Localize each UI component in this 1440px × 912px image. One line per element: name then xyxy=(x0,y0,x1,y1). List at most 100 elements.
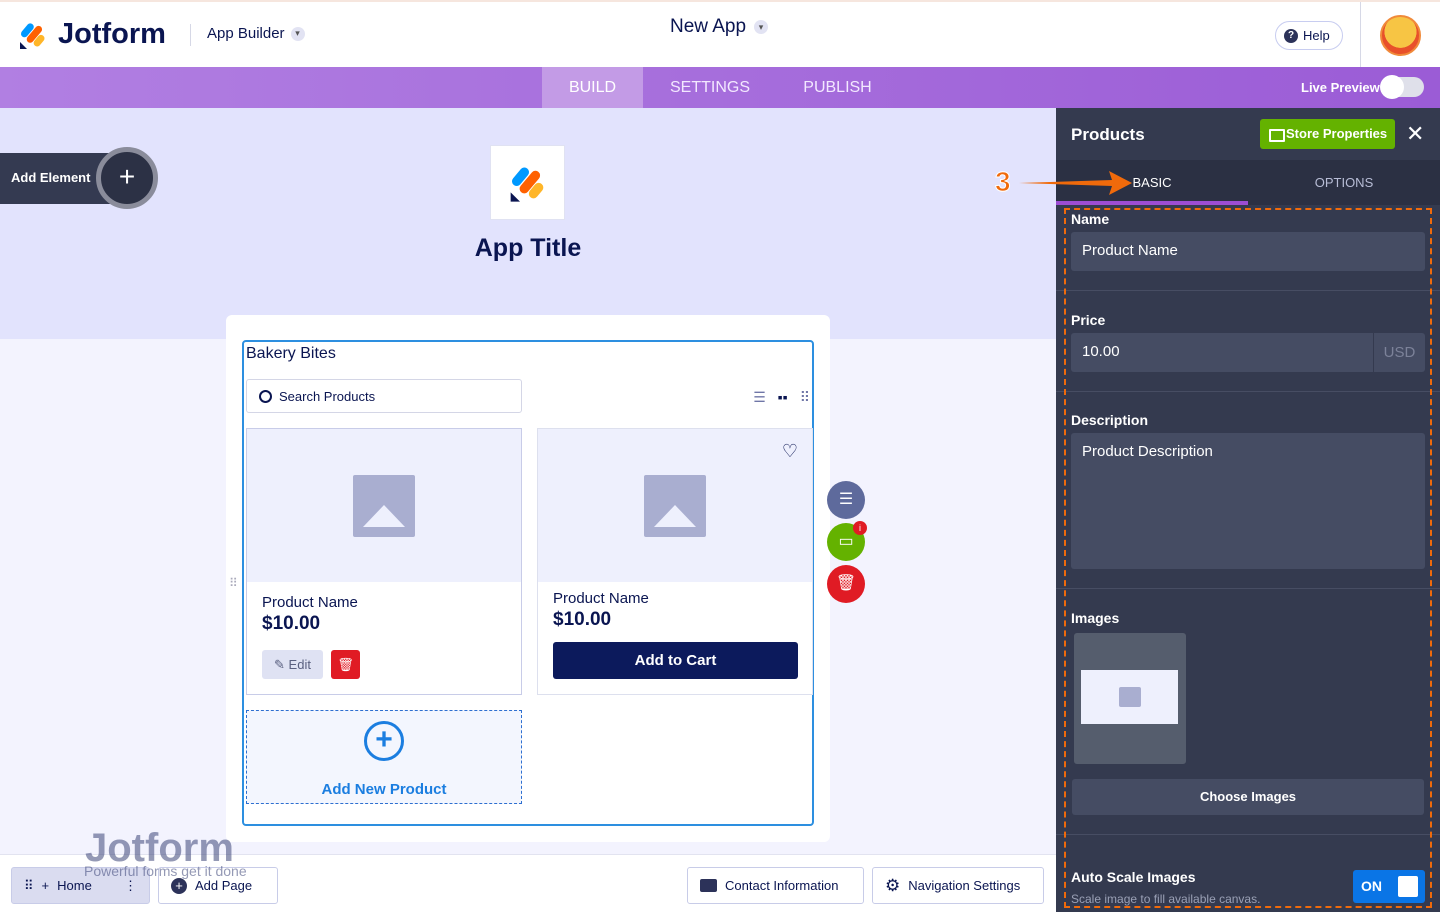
edit-label: Edit xyxy=(288,657,311,672)
add-page-label: Add Page xyxy=(195,878,253,893)
plus-icon: + xyxy=(41,878,50,893)
description-label: Description xyxy=(1071,412,1149,428)
tab-settings[interactable]: SETTINGS xyxy=(655,67,765,108)
divider xyxy=(1360,2,1361,69)
add-element-label: Add Element xyxy=(11,170,91,185)
navigation-settings-button[interactable]: ⚙ Navigation Settings xyxy=(872,867,1044,904)
brand-name: Jotform xyxy=(58,18,166,50)
store-properties-button[interactable]: Store Properties xyxy=(1260,119,1395,149)
trash-icon: 🗑 xyxy=(337,657,354,672)
plus-circle-icon: + xyxy=(171,877,187,894)
top-bar: Jotform App Builder ▾ New App ▾ ? Help xyxy=(0,0,1440,69)
info-badge-icon: i xyxy=(853,521,867,535)
page-bar: ⠿ + Home ⋮ + Add Page Contact Information ⚙ N… xyxy=(0,854,1056,912)
add-new-product-button[interactable]: + Add New Product xyxy=(246,710,522,804)
store-properties-button[interactable]: ▭ i xyxy=(827,521,867,561)
image-placeholder-icon xyxy=(1081,670,1178,724)
divider xyxy=(1056,588,1440,589)
drag-handle-icon[interactable]: ⠿ xyxy=(24,878,34,894)
nav-settings-label: Navigation Settings xyxy=(908,878,1021,893)
trash-icon: 🗑 xyxy=(835,575,857,592)
contact-card-icon xyxy=(700,879,717,892)
auto-scale-description: Scale image to fill available canvas. xyxy=(1071,892,1261,906)
main-nav: BUILD SETTINGS PUBLISH Live Preview xyxy=(0,67,1440,108)
list-view-icon[interactable]: ☰ xyxy=(753,389,766,406)
product-card[interactable]: Product Name $10.00 ✎ Edit 🗑 xyxy=(246,428,522,695)
drag-handle-icon[interactable]: ⠿ xyxy=(229,576,238,590)
panel-title: Products xyxy=(1071,125,1145,144)
product-price: $10.00 xyxy=(262,613,321,634)
live-preview-toggle[interactable] xyxy=(1380,75,1424,99)
view-switcher: ☰ ▪▪ ⠿ xyxy=(753,389,810,406)
product-card[interactable]: ♡ Product Name $10.00 Add to Cart xyxy=(537,428,813,695)
compact-grid-icon[interactable]: ⠿ xyxy=(800,389,810,406)
app-header-area xyxy=(0,108,1056,339)
add-to-cart-button[interactable]: Add to Cart xyxy=(553,642,798,679)
price-input[interactable]: 10.00 USD xyxy=(1071,333,1425,372)
tab-options[interactable]: OPTIONS xyxy=(1248,160,1440,205)
auto-scale-toggle[interactable]: ON xyxy=(1353,870,1425,903)
search-input[interactable]: Search Products xyxy=(246,379,522,413)
contact-information-button[interactable]: Contact Information xyxy=(687,867,864,904)
jotform-logo-icon xyxy=(510,166,543,202)
name-label: Name xyxy=(1071,211,1110,227)
price-label: Price xyxy=(1071,312,1106,328)
gear-icon: ⚙ xyxy=(885,875,901,895)
help-button[interactable]: ? Help xyxy=(1275,21,1343,50)
chevron-down-icon: ▾ xyxy=(290,26,305,41)
home-label: Home xyxy=(57,878,92,893)
description-textarea[interactable]: Product Description xyxy=(1071,433,1425,569)
jotform-logo[interactable]: Jotform xyxy=(18,18,166,51)
image-thumbnail[interactable] xyxy=(1074,633,1186,764)
product-price: $10.00 xyxy=(553,609,612,630)
price-value: 10.00 xyxy=(1082,343,1120,360)
divider xyxy=(1056,290,1440,291)
tab-build[interactable]: BUILD xyxy=(542,67,643,108)
list-settings-button[interactable]: ☰ xyxy=(827,481,865,519)
live-preview-label: Live Preview xyxy=(1301,80,1380,95)
close-icon[interactable]: ✕ xyxy=(1406,121,1424,147)
add-page-button[interactable]: + Add Page xyxy=(158,867,278,904)
images-label: Images xyxy=(1071,610,1120,626)
contact-label: Contact Information xyxy=(725,878,839,893)
image-placeholder-icon xyxy=(644,474,706,537)
list-icon: ☰ xyxy=(838,491,854,508)
product-name: Product Name xyxy=(262,594,358,611)
delete-widget-button[interactable]: 🗑 xyxy=(827,565,865,603)
tab-publish[interactable]: PUBLISH xyxy=(790,67,885,108)
app-builder-menu[interactable]: App Builder ▾ xyxy=(207,25,305,42)
grid-view-icon[interactable]: ▪▪ xyxy=(778,389,788,406)
currency-label: USD xyxy=(1373,333,1425,372)
image-placeholder-icon xyxy=(353,474,415,537)
heart-icon[interactable]: ♡ xyxy=(782,441,798,462)
edit-button[interactable]: ✎ Edit xyxy=(262,650,323,679)
product-list-widget[interactable]: Bakery Bites Search Products ☰ ▪▪ ⠿ Produc… xyxy=(242,340,814,826)
app-title[interactable]: App Title xyxy=(0,234,1056,263)
widget-title: Bakery Bites xyxy=(246,345,336,362)
more-icon[interactable]: ⋮ xyxy=(124,878,137,894)
name-input[interactable]: Product Name xyxy=(1071,232,1425,271)
help-label: Help xyxy=(1303,28,1330,43)
product-image xyxy=(538,429,812,582)
divider xyxy=(1056,834,1440,835)
page-home[interactable]: ⠿ + Home ⋮ xyxy=(11,867,150,904)
arrow-icon xyxy=(1019,171,1132,195)
app-icon[interactable] xyxy=(490,145,565,220)
app-name-menu[interactable]: New App ▾ xyxy=(670,16,769,38)
auto-scale-label: Auto Scale Images xyxy=(1071,869,1196,885)
question-icon: ? xyxy=(1284,28,1298,43)
plus-circle-icon: + xyxy=(364,721,404,761)
card-icon: ▭ xyxy=(838,533,854,550)
product-name: Product Name xyxy=(553,590,649,607)
delete-button[interactable]: 🗑 xyxy=(331,650,360,679)
choose-images-button[interactable]: Choose Images xyxy=(1072,779,1424,815)
annotation-number: 3 xyxy=(995,166,1012,198)
divider xyxy=(1056,391,1440,392)
plus-icon[interactable]: + xyxy=(96,147,158,209)
app-builder-label: App Builder xyxy=(207,25,285,42)
avatar[interactable] xyxy=(1380,15,1421,56)
panel-header: Products Store Properties ✕ xyxy=(1056,108,1440,160)
divider xyxy=(190,24,191,46)
app-name: New App xyxy=(670,16,747,37)
toggle-state: ON xyxy=(1361,878,1382,894)
